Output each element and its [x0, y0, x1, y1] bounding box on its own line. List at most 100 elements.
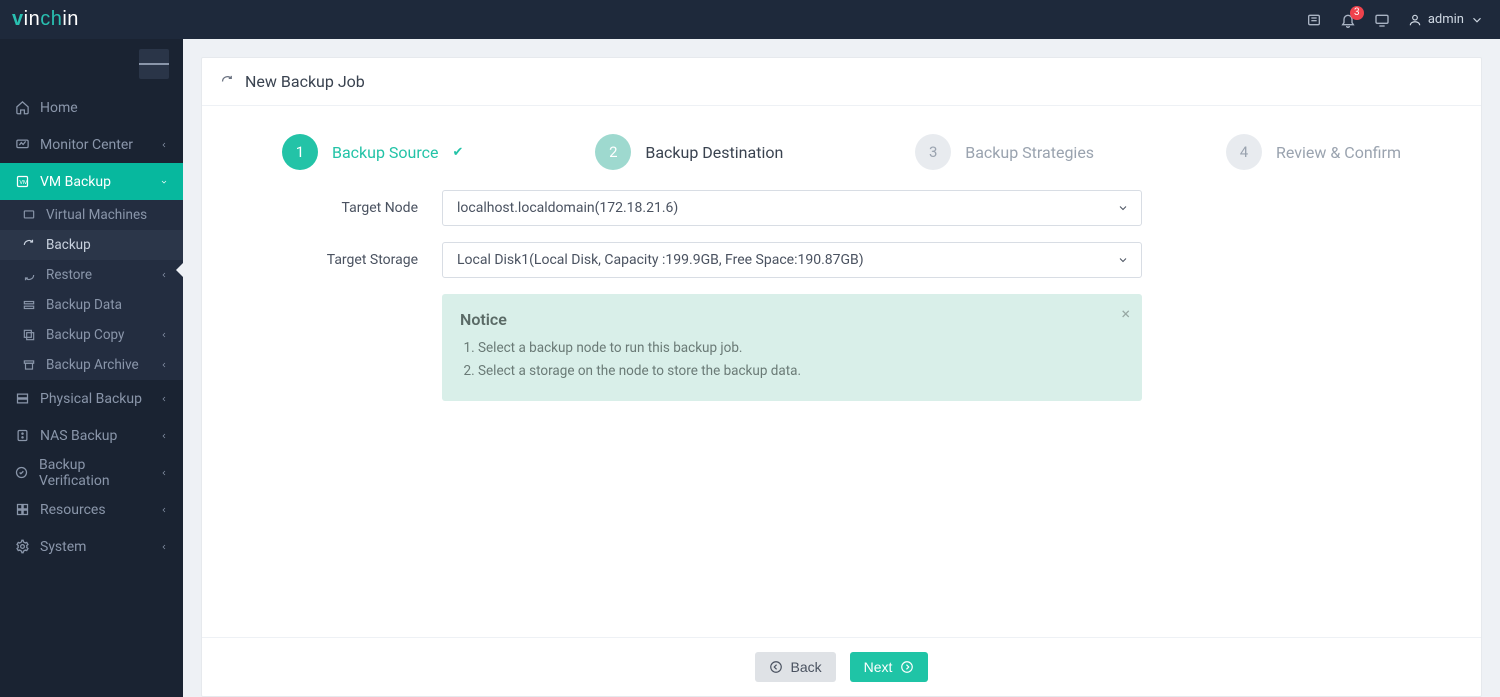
wizard-steps: 1 Backup Source ✔ 2 Backup Destination 3… — [202, 106, 1481, 180]
sidebar-item-vm-backup[interactable]: VM VM Backup — [0, 163, 183, 200]
chevron-left-icon — [159, 431, 169, 441]
arrow-right-circle-icon — [900, 660, 914, 674]
sidebar: Home Monitor Center VM VM Backup Virtual… — [0, 39, 183, 697]
target-node-value: localhost.localdomain(172.18.21.6) — [457, 200, 678, 216]
sidebar-item-resources[interactable]: Resources — [0, 491, 183, 528]
sidebar-item-nas-backup[interactable]: NAS Backup — [0, 417, 183, 454]
user-label: admin — [1428, 12, 1464, 27]
sidebar-item-label: Virtual Machines — [46, 207, 147, 223]
sidebar-item-label: Monitor Center — [40, 137, 133, 153]
arrow-left-circle-icon — [769, 660, 783, 674]
close-icon[interactable]: × — [1121, 304, 1130, 323]
chevron-left-icon — [159, 360, 169, 370]
button-label: Next — [864, 659, 893, 675]
sidebar-subitem-restore[interactable]: Restore — [0, 260, 183, 290]
chevron-left-icon — [159, 505, 169, 515]
target-storage-select[interactable]: Local Disk1(Local Disk, Capacity :199.9G… — [442, 242, 1142, 278]
sidebar-item-label: Backup Archive — [46, 357, 139, 373]
sidebar-subitem-backup-data[interactable]: Backup Data — [0, 290, 183, 320]
archive-icon — [22, 358, 36, 372]
sidebar-item-label: Backup Verification — [39, 457, 150, 489]
sidebar-subitem-virtual-machines[interactable]: Virtual Machines — [0, 200, 183, 230]
sidebar-submenu: Virtual Machines Backup Restore Backup D… — [0, 200, 183, 380]
sidebar-item-monitor[interactable]: Monitor Center — [0, 126, 183, 163]
bell-icon[interactable]: 3 — [1340, 12, 1356, 28]
button-label: Back — [791, 659, 822, 675]
chevron-down-icon — [1117, 254, 1129, 266]
sidebar-subitem-backup-archive[interactable]: Backup Archive — [0, 350, 183, 380]
step-number: 3 — [915, 134, 951, 170]
grid-icon — [14, 502, 30, 518]
step-label: Backup Destination — [645, 143, 783, 162]
sidebar-nav: Home Monitor Center VM VM Backup Virtual… — [0, 89, 183, 565]
sidebar-item-label: VM Backup — [40, 174, 111, 190]
server-icon — [14, 391, 30, 407]
sidebar-item-label: Backup Copy — [46, 327, 124, 343]
task-list-icon[interactable] — [1306, 12, 1322, 28]
chevron-left-icon — [159, 270, 169, 280]
notice-box: × Notice Select a backup node to run thi… — [442, 294, 1142, 401]
wizard-panel: New Backup Job 1 Backup Source ✔ 2 Backu… — [201, 57, 1482, 697]
step-number: 1 — [282, 134, 318, 170]
nas-icon — [14, 428, 30, 444]
chevron-left-icon — [159, 394, 169, 404]
step-backup-source[interactable]: 1 Backup Source ✔ — [282, 134, 463, 170]
sidebar-collapse-row — [0, 39, 183, 89]
sidebar-item-label: NAS Backup — [40, 428, 117, 444]
step-label: Backup Source — [332, 143, 439, 162]
monitor-icon — [14, 137, 30, 153]
target-storage-value: Local Disk1(Local Disk, Capacity :199.9G… — [457, 252, 864, 268]
topbar-right: 3 admin — [1306, 12, 1484, 28]
notice-heading: Notice — [460, 310, 1106, 329]
step-label: Backup Strategies — [965, 143, 1094, 162]
copy-icon — [22, 328, 36, 342]
user-menu[interactable]: admin — [1408, 12, 1484, 27]
shield-check-icon — [14, 465, 29, 481]
display-icon[interactable] — [1374, 12, 1390, 28]
refresh-icon — [22, 238, 36, 252]
next-button[interactable]: Next — [850, 652, 929, 682]
destination-form: Target Node localhost.localdomain(172.18… — [202, 180, 1481, 637]
notice-line: Select a storage on the node to store th… — [478, 360, 1106, 383]
step-backup-strategies[interactable]: 3 Backup Strategies — [915, 134, 1094, 170]
row-target-storage: Target Storage Local Disk1(Local Disk, C… — [282, 242, 1401, 278]
sidebar-item-label: System — [40, 539, 86, 555]
sidebar-item-label: Backup — [46, 237, 91, 253]
chevron-left-icon — [159, 140, 169, 150]
target-node-select[interactable]: localhost.localdomain(172.18.21.6) — [442, 190, 1142, 226]
chevron-down-icon — [159, 177, 169, 187]
home-icon — [14, 100, 30, 116]
sidebar-item-home[interactable]: Home — [0, 89, 183, 126]
sidebar-item-physical-backup[interactable]: Physical Backup — [0, 380, 183, 417]
step-backup-destination[interactable]: 2 Backup Destination — [595, 134, 783, 170]
back-button[interactable]: Back — [755, 652, 836, 682]
sidebar-item-label: Home — [40, 100, 78, 116]
chevron-left-icon — [160, 468, 169, 478]
main-content: New Backup Job 1 Backup Source ✔ 2 Backu… — [183, 39, 1500, 697]
chevron-down-icon — [1117, 202, 1129, 214]
gear-icon — [14, 539, 30, 555]
screen-icon — [22, 208, 36, 222]
target-storage-label: Target Storage — [282, 252, 442, 268]
step-label: Review & Confirm — [1276, 143, 1401, 162]
row-target-node: Target Node localhost.localdomain(172.18… — [282, 190, 1401, 226]
notice-line: Select a backup node to run this backup … — [478, 337, 1106, 360]
hamburger-icon[interactable] — [139, 49, 169, 79]
sidebar-subitem-backup[interactable]: Backup — [0, 230, 183, 260]
data-icon — [22, 298, 36, 312]
notification-badge: 3 — [1350, 6, 1364, 20]
sidebar-item-label: Physical Backup — [40, 391, 142, 407]
step-review-confirm[interactable]: 4 Review & Confirm — [1226, 134, 1401, 170]
sidebar-item-label: Resources — [40, 502, 106, 518]
step-number: 2 — [595, 134, 631, 170]
sidebar-subitem-backup-copy[interactable]: Backup Copy — [0, 320, 183, 350]
restore-icon — [22, 268, 36, 282]
step-number: 4 — [1226, 134, 1262, 170]
check-icon: ✔ — [453, 145, 464, 160]
panel-footer: Back Next — [202, 637, 1481, 696]
vm-icon: VM — [14, 174, 30, 190]
sidebar-item-backup-verification[interactable]: Backup Verification — [0, 454, 183, 491]
svg-text:VM: VM — [19, 180, 28, 186]
chevron-left-icon — [159, 542, 169, 552]
sidebar-item-system[interactable]: System — [0, 528, 183, 565]
